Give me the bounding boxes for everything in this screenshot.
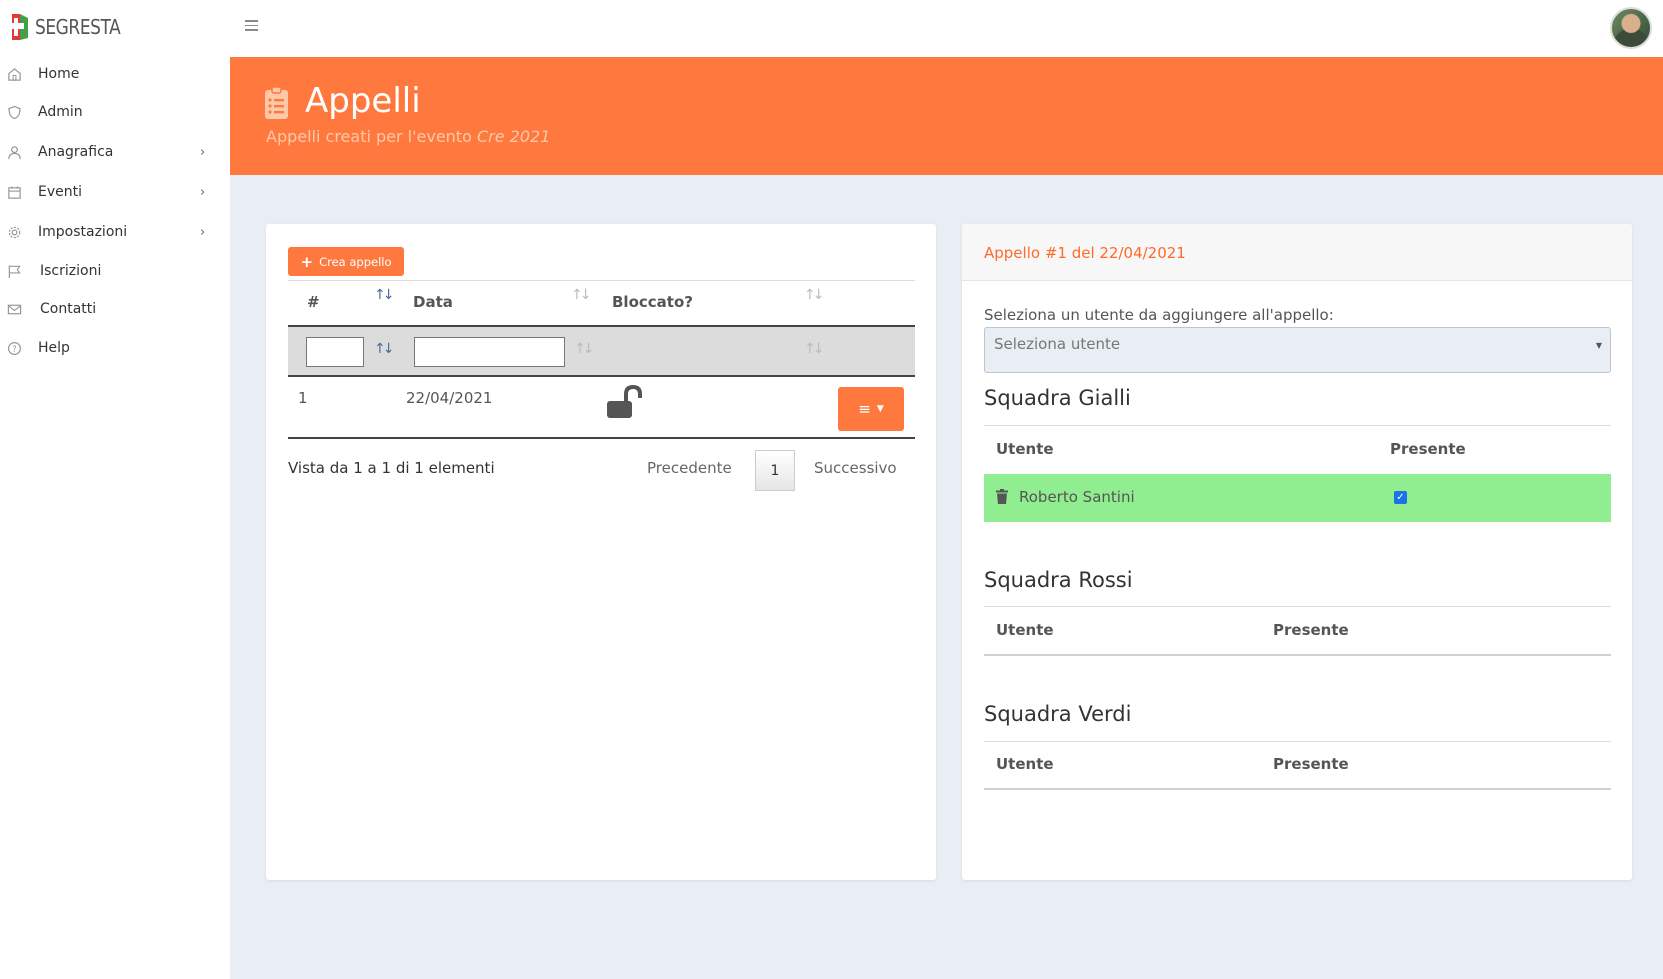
sort-icon[interactable]: ↑↓	[374, 287, 395, 303]
create-appello-button[interactable]: + Crea appello	[288, 247, 404, 276]
sidebar-item-anagrafica[interactable]: Anagrafica ›	[0, 136, 230, 168]
divider	[984, 425, 1611, 426]
app-name: SEGRESTA	[35, 15, 121, 39]
top-bar: SEGRESTA	[0, 0, 1663, 57]
member-name: Roberto Santini	[1019, 488, 1135, 506]
select-user-label: Seleziona un utente da aggiungere all'ap…	[984, 306, 1334, 324]
appello-title: Appello #1 del 22/04/2021	[984, 244, 1186, 262]
divider	[984, 654, 1611, 656]
sidebar-item-iscrizioni[interactable]: Iscrizioni	[0, 255, 230, 287]
sidebar-item-admin[interactable]: Admin	[0, 96, 230, 128]
sidebar-item-label: Home	[38, 66, 80, 82]
sort-icon[interactable]: ↑↓	[374, 341, 395, 357]
filter-id-input[interactable]	[306, 337, 364, 367]
flag-icon	[8, 264, 21, 278]
column-header-utente: Utente	[996, 621, 1054, 639]
logo[interactable]: SEGRESTA	[6, 10, 135, 44]
create-appello-label: Crea appello	[319, 254, 392, 269]
clipboard-list-icon	[265, 86, 288, 119]
sort-icon[interactable]: ↑↓	[574, 341, 595, 357]
subtitle-text: Appelli creati per l'evento	[266, 127, 472, 146]
calendar-icon	[8, 185, 21, 199]
team-title: Squadra Verdi	[984, 702, 1132, 726]
divider	[288, 437, 915, 439]
sidebar-item-label: Contatti	[40, 301, 97, 317]
caret-down-icon: ▼	[876, 404, 884, 414]
sidebar-item-contatti[interactable]: Contatti	[0, 293, 230, 325]
trash-icon[interactable]	[996, 489, 1008, 504]
page-subtitle: Appelli creati per l'evento Cre 2021	[266, 127, 550, 146]
user-icon	[8, 145, 21, 159]
cell-data: 22/04/2021	[406, 389, 493, 407]
gear-icon	[8, 226, 21, 238]
column-header-id[interactable]: #	[307, 293, 320, 311]
select-user-placeholder: Seleziona utente	[994, 335, 1121, 353]
row-actions-button[interactable]: ≡ ▼	[838, 387, 904, 431]
chevron-right-icon: ›	[200, 224, 206, 240]
appelli-card: + Crea appello # ↑↓ Data ↑↓ Bloccato? ↑↓…	[266, 224, 936, 880]
chevron-right-icon: ›	[200, 144, 206, 160]
sidebar-item-label: Impostazioni	[38, 224, 128, 240]
unlock-icon	[607, 385, 642, 418]
caret-down-icon: ▼	[1595, 341, 1602, 350]
present-checkbox[interactable]: ✓	[1394, 491, 1407, 504]
team-title: Squadra Gialli	[984, 386, 1131, 410]
sidebar-item-label: Anagrafica	[38, 144, 114, 160]
pagination-page[interactable]: 1	[755, 450, 795, 491]
home-icon	[8, 67, 21, 81]
select-user-dropdown[interactable]: Seleziona utente ▼	[984, 327, 1611, 373]
divider	[288, 280, 915, 281]
column-header-bloccato[interactable]: Bloccato?	[612, 293, 693, 311]
divider	[984, 788, 1611, 790]
sidebar-item-label: Iscrizioni	[40, 263, 102, 279]
sidebar-item-help[interactable]: ? Help	[0, 332, 230, 364]
menu-toggle-icon[interactable]	[245, 20, 258, 32]
filter-row: ↑↓ ↑↓ ↑↓	[288, 325, 915, 377]
sidebar-item-label: Help	[38, 340, 70, 356]
column-header-data[interactable]: Data	[413, 293, 453, 311]
sidebar-item-label: Admin	[38, 104, 83, 120]
subtitle-event: Cre 2021	[476, 127, 551, 146]
user-avatar[interactable]	[1610, 7, 1652, 49]
help-circle-icon: ?	[7, 341, 22, 355]
table-row: Roberto Santini ✓	[984, 474, 1611, 522]
appello-detail-card: Appello #1 del 22/04/2021 Seleziona un u…	[962, 224, 1632, 880]
list-icon: ≡	[858, 400, 871, 418]
sidebar-item-home[interactable]: Home	[0, 58, 230, 90]
pagination-prev[interactable]: Precedente	[647, 459, 732, 477]
sort-icon[interactable]: ↑↓	[804, 341, 825, 357]
pagination-info: Vista da 1 a 1 di 1 elementi	[288, 459, 495, 477]
column-header-presente: Presente	[1273, 755, 1349, 773]
column-header-utente: Utente	[996, 440, 1054, 458]
card-header: Appello #1 del 22/04/2021	[962, 224, 1632, 281]
shield-icon	[8, 105, 21, 119]
sidebar-item-label: Eventi	[38, 184, 82, 200]
cell-id: 1	[298, 389, 308, 407]
sort-icon[interactable]: ↑↓	[804, 287, 825, 303]
divider	[984, 606, 1611, 607]
sidebar-item-impostazioni[interactable]: Impostazioni ›	[0, 216, 230, 248]
sidebar-item-eventi[interactable]: Eventi ›	[0, 176, 230, 208]
filter-data-input[interactable]	[414, 337, 565, 367]
column-header-presente: Presente	[1390, 440, 1466, 458]
mail-icon	[7, 304, 22, 314]
sort-icon[interactable]: ↑↓	[571, 287, 592, 303]
svg-text:?: ?	[12, 343, 16, 353]
pagination-next[interactable]: Successivo	[814, 459, 897, 477]
sidebar: Home Admin Anagrafica › Eventi › Imposta…	[0, 57, 230, 979]
divider	[984, 741, 1611, 742]
page-title: Appelli	[305, 81, 421, 121]
chevron-right-icon: ›	[200, 184, 206, 200]
column-header-presente: Presente	[1273, 621, 1349, 639]
plus-icon: +	[300, 252, 314, 271]
team-title: Squadra Rossi	[984, 568, 1133, 592]
page-header: Appelli Appelli creati per l'evento Cre …	[230, 57, 1663, 175]
column-header-utente: Utente	[996, 755, 1054, 773]
logo-icon	[8, 14, 28, 40]
